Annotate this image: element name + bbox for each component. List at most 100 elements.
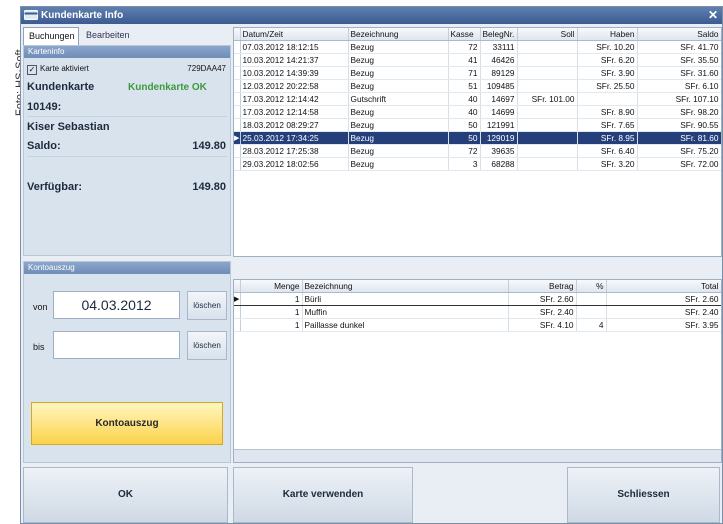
booking-description: Bezug [348,79,449,93]
col-bezeichnung[interactable]: Bezeichnung [348,28,449,41]
to-date-field[interactable] [53,331,180,359]
booking-soll [517,105,578,119]
tab-buchungen[interactable]: Buchungen [23,27,79,45]
booking-datetime: 07.03.2012 18:12:15 [240,40,349,54]
from-label: von [33,302,48,312]
booking-saldo: SFr. 107.10 [637,92,721,106]
booking-kasse: 40 [448,92,481,106]
detail-description: Bürli [302,292,509,306]
detail-row[interactable]: ▶ 1 Bürli SFr. 2.60 SFr. 2.60 [234,292,721,306]
booking-saldo: SFr. 35.50 [637,53,721,67]
booking-soll [517,53,578,67]
booking-description: Bezug [348,53,449,67]
col-detail-bezeichnung[interactable]: Bezeichnung [302,280,509,293]
col-menge[interactable]: Menge [240,280,303,293]
booking-haben: SFr. 8.90 [577,105,638,119]
booking-soll [517,79,578,93]
tab-bearbeiten[interactable]: Bearbeiten [81,27,145,45]
booking-haben: SFr. 8.95 [577,131,638,145]
checkbox-checked-icon: ✓ [27,65,37,75]
booking-datetime: 17.03.2012 12:14:58 [240,105,349,119]
booking-kasse: 50 [448,131,481,145]
col-haben[interactable]: Haben [577,28,638,41]
booking-kasse: 3 [448,157,481,171]
booking-row[interactable]: 29.03.2012 18:02:56 Bezug 3 68288 SFr. 3.20 S… [234,157,721,171]
booking-soll [517,144,578,158]
booking-soll: SFr. 101.00 [517,92,578,106]
col-soll[interactable]: Soll [517,28,578,41]
col-kasse[interactable]: Kasse [448,28,481,41]
booking-datetime: 28.03.2012 17:25:38 [240,144,349,158]
booking-row[interactable]: 28.03.2012 17:25:38 Bezug 72 39635 SFr. 6.40… [234,144,721,158]
col-betrag[interactable]: Betrag [508,280,577,293]
booking-belegnr: 68288 [480,157,518,171]
detail-description: Muffin [302,305,509,319]
clear-to-button[interactable]: löschen [187,331,227,360]
close-button[interactable]: Schliessen [567,467,720,523]
booking-row[interactable]: 18.03.2012 08:29:27 Bezug 50 121991 SFr. 7.6… [234,118,721,132]
clear-from-button[interactable]: löschen [187,291,227,320]
booking-row[interactable]: 07.03.2012 18:12:15 Bezug 72 33111 SFr. 10.2… [234,40,721,54]
booking-haben: SFr. 6.40 [577,144,638,158]
booking-saldo: SFr. 90.55 [637,118,721,132]
booking-datetime: 12.03.2012 20:22:58 [240,79,349,93]
horizontal-scrollbar[interactable] [234,449,721,462]
close-icon[interactable]: ✕ [708,8,718,22]
detail-row[interactable]: 1 Muffin SFr. 2.40 SFr. 2.40 [234,305,721,319]
booking-belegnr: 46426 [480,53,518,67]
booking-row[interactable]: ▶ 25.03.2012 17:34:25 Bezug 50 129019 SFr. 8.… [234,131,721,145]
card-activated-checkbox[interactable]: ✓ Karte aktiviert [27,64,89,75]
booking-saldo: SFr. 81.60 [637,131,721,145]
booking-belegnr: 129019 [480,131,518,145]
divider [27,116,227,117]
card-activated-label: Karte aktiviert [40,64,89,73]
detail-prozent: 4 [576,318,607,332]
booking-saldo: SFr. 31.60 [637,66,721,80]
booking-datetime: 10.03.2012 14:21:37 [240,53,349,67]
booking-belegnr: 14697 [480,92,518,106]
booking-datetime: 25.03.2012 17:34:25 [240,131,349,145]
booking-haben [577,92,638,106]
statement-panel: Kontoauszug von 04.03.2012 löschen bis l… [23,261,231,463]
bookings-grid: Datum/Zeit Bezeichnung Kasse BelegNr. So… [233,27,722,257]
booking-soll [517,131,578,145]
col-total[interactable]: Total [606,280,721,293]
bookings-table: Datum/Zeit Bezeichnung Kasse BelegNr. So… [234,28,721,171]
col-saldo[interactable]: Saldo [637,28,721,41]
booking-description: Gutschrift [348,92,449,106]
col-belegnr[interactable]: BelegNr. [480,28,518,41]
booking-kasse: 51 [448,79,481,93]
booking-belegnr: 39635 [480,144,518,158]
booking-description: Bezug [348,40,449,54]
kundenkarte-window: Kundenkarte Info ✕ Buchungen Bearbeiten … [20,6,723,524]
details-header-row: Menge Bezeichnung Betrag % Total [234,280,721,293]
booking-belegnr: 121991 [480,118,518,132]
saldo-label: Saldo: [27,140,61,152]
saldo-value: 149.80 [192,140,226,152]
col-datum[interactable]: Datum/Zeit [240,28,349,41]
booking-description: Bezug [348,66,449,80]
customer-name: Kiser Sebastian [27,121,110,133]
kontoauszug-button[interactable]: Kontoauszug [31,402,223,445]
booking-belegnr: 109485 [480,79,518,93]
ok-button[interactable]: OK [23,467,228,523]
booking-row[interactable]: 10.03.2012 14:21:37 Bezug 41 46426 SFr. 6.20… [234,53,721,67]
title-bar: Kundenkarte Info ✕ [21,7,722,24]
booking-kasse: 40 [448,105,481,119]
from-date-field[interactable]: 04.03.2012 [53,291,180,319]
booking-description: Bezug [348,105,449,119]
detail-row[interactable]: 1 Paillasse dunkel SFr. 4.10 4 SFr. 3.95 [234,318,721,332]
detail-prozent [576,305,607,319]
booking-row[interactable]: 17.03.2012 12:14:58 Bezug 40 14699 SFr. 8.90… [234,105,721,119]
booking-row[interactable]: 10.03.2012 14:39:39 Bezug 71 89129 SFr. 3.90… [234,66,721,80]
booking-saldo: SFr. 41.70 [637,40,721,54]
booking-row[interactable]: 17.03.2012 12:14:42 Gutschrift 40 14697 SFr.… [234,92,721,106]
col-prozent[interactable]: % [576,280,607,293]
booking-kasse: 72 [448,144,481,158]
use-card-button[interactable]: Karte verwenden [233,467,413,523]
card-status: Kundenkarte OK [128,82,207,93]
to-label: bis [33,342,45,352]
photo-credit: Foto: HS-Soft [2,6,26,116]
booking-datetime: 10.03.2012 14:39:39 [240,66,349,80]
booking-row[interactable]: 12.03.2012 20:22:58 Bezug 51 109485 SFr. 25.… [234,79,721,93]
